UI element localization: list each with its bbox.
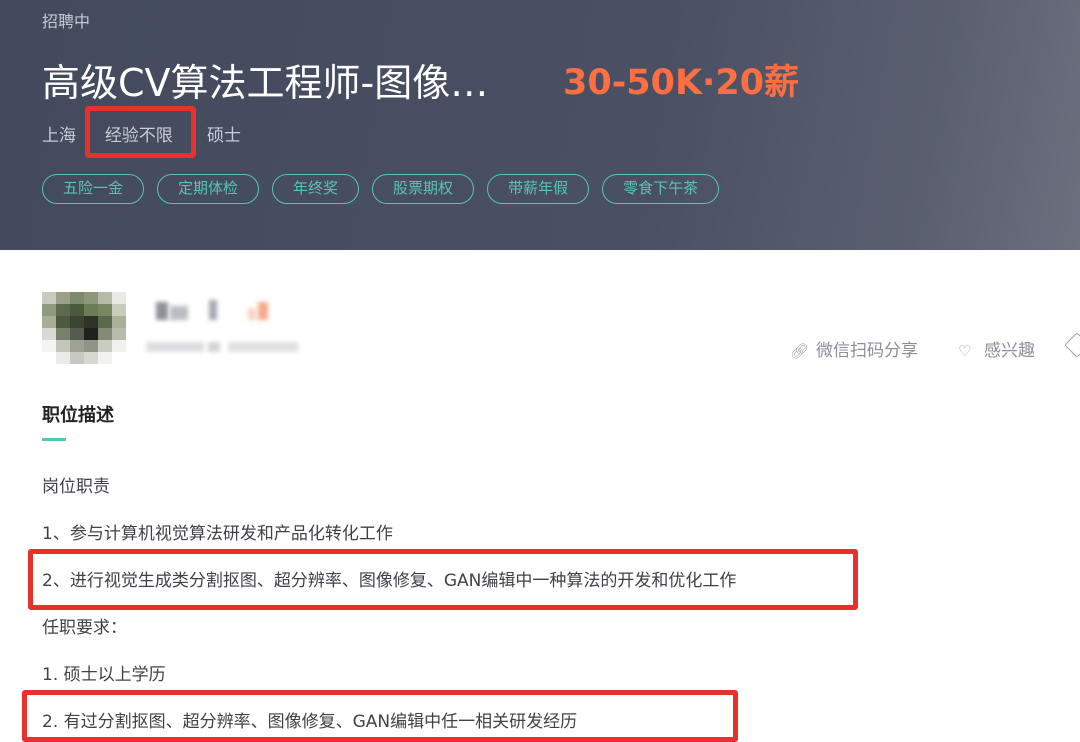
recruiter-avatar [42, 292, 126, 364]
benefit-tag: 带薪年假 [487, 174, 590, 204]
desc-line: 任职要求： [42, 618, 127, 638]
desc-line: 1. 硕士以上学历 [42, 665, 166, 685]
requirement-highlight-box [22, 690, 738, 742]
salary: 30-50K·20薪 [563, 63, 800, 103]
wechat-share-button[interactable]: 🔗︎ 微信扫码分享 [790, 336, 918, 361]
education: 硕士 [207, 126, 242, 146]
interest-button[interactable]: ♡ 感兴趣 [958, 336, 1035, 361]
benefit-tags: 五险一金 定期体检 年终奖 股票期权 带薪年假 零食下午茶 [42, 174, 720, 204]
report-icon[interactable] [1064, 332, 1080, 358]
job-title: 高级CV算法工程师-图像… [42, 61, 489, 105]
heart-icon: ♡ [958, 342, 972, 360]
share-label: 微信扫码分享 [816, 341, 918, 361]
benefit-tag: 定期体检 [157, 174, 260, 204]
job-header: 招聘中 高级CV算法工程师-图像… 30-50K·20薪 上海 ·经验不限 · … [0, 0, 1080, 250]
desc-line: 1、参与计算机视觉算法研发和产品化转化工作 [42, 524, 393, 544]
benefit-tag: 年终奖 [272, 174, 360, 204]
benefit-tag: 股票期权 [372, 174, 475, 204]
benefit-tag: 五险一金 [42, 174, 145, 204]
recruiting-status: 招聘中 [42, 12, 91, 31]
section-title: 职位描述 [42, 405, 114, 426]
section-underline [42, 438, 66, 441]
link-icon: 🔗︎ [790, 342, 810, 360]
location: 上海 [42, 126, 76, 146]
duty-highlight-box [28, 549, 858, 610]
experience-highlight-box [85, 106, 196, 158]
interest-label: 感兴趣 [984, 341, 1035, 361]
benefit-tag: 零食下午茶 [602, 174, 720, 204]
desc-line: 岗位职责 [42, 477, 110, 497]
